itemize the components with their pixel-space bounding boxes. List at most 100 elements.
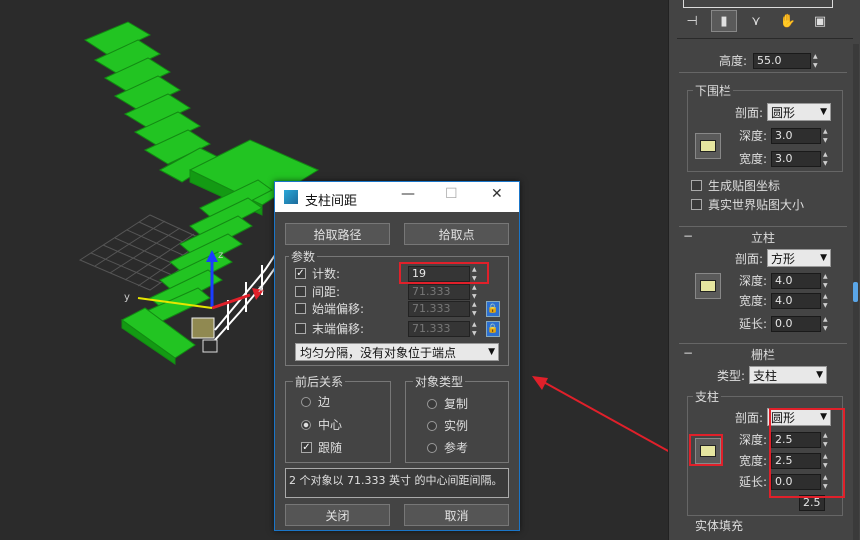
pick-path-button[interactable]: 拾取路径 [285, 223, 390, 245]
edges-radio[interactable] [301, 396, 311, 407]
posts-width-field[interactable]: 4.0 [771, 292, 822, 309]
follow-checkbox[interactable]: ✓ [301, 442, 312, 453]
spacing-checkbox[interactable] [295, 286, 306, 297]
lower-rail-pick-button[interactable] [695, 133, 721, 159]
modifier-icon[interactable]: ▮ [711, 10, 737, 32]
spinner[interactable]: ▲ ▼ [823, 151, 833, 167]
highlight-box [399, 262, 489, 284]
pin-icon[interactable]: ⊣ [679, 10, 705, 32]
start-offset-field[interactable]: 71.333 [408, 300, 470, 317]
spinner[interactable]: ▲ ▼ [823, 128, 833, 144]
count-checkbox[interactable]: ✓ [295, 268, 306, 279]
copy-radio[interactable] [427, 398, 437, 409]
centers-option[interactable]: 中心 [301, 416, 342, 433]
reference-radio[interactable] [427, 442, 437, 453]
fencing-type-dropdown[interactable]: 支柱 ▼ [749, 366, 828, 384]
width-label: 宽度: [739, 294, 768, 308]
real-world-checkbox[interactable] [691, 199, 702, 210]
fencing-rollout-header[interactable]: − 栅栏 [679, 343, 847, 362]
dialog-titlebar[interactable]: 支柱间距 — ☐ ✕ [275, 182, 519, 212]
minimize-icon[interactable]: — [401, 186, 415, 202]
posts-depth-field[interactable]: 4.0 [771, 272, 822, 289]
lock-icon[interactable]: 🔒 [486, 300, 500, 317]
dropdown-value: 支柱 [753, 368, 778, 383]
scroll-thumb[interactable] [853, 282, 858, 302]
close-button[interactable]: 关闭 [285, 504, 390, 526]
hand-icon[interactable]: ✋ [775, 10, 801, 32]
post-icon [700, 280, 716, 292]
posts-depth-row: 深度: 4.0 ▲ ▼ [739, 272, 833, 289]
profile-label: 剖面: [735, 105, 764, 120]
real-world-row[interactable]: 真实世界贴图大小 [691, 196, 804, 213]
axis-z-label: z [218, 250, 223, 261]
posts-profile-dropdown[interactable]: 方形 ▼ [767, 249, 832, 267]
instance-radio[interactable] [427, 420, 437, 431]
height-row: 高度: 55.0 ▲ ▼ [719, 52, 823, 69]
maximize-icon[interactable]: ☐ [445, 186, 458, 202]
command-panel: ⊣ ▮ ⋎ ✋ ▣ 高度: 55.0 ▲ ▼ 下围栏 剖面: 圆形 ▼ 深度: 3.… [668, 0, 860, 540]
dialog-title: 支柱间距 [305, 194, 358, 209]
end-offset-field[interactable]: 71.333 [408, 320, 470, 337]
gen-mapping-checkbox[interactable] [691, 180, 702, 191]
posts-rollout-header[interactable]: − 立柱 [679, 226, 847, 245]
copy-label: 复制 [444, 397, 469, 411]
hierarchy-icon[interactable]: ⋎ [743, 10, 769, 32]
depth-label: 深度: [739, 433, 768, 447]
solid-fill-row: 实体填充 [695, 517, 743, 534]
spinner[interactable]: ▲ ▼ [472, 284, 482, 300]
lower-rail-profile-row: 剖面: 圆形 ▼ [735, 103, 832, 121]
posts-extension-row: 延长: 0.0 ▲ ▼ [739, 315, 833, 332]
distribution-dropdown[interactable]: 均匀分隔，没有对象位于端点 ▼ [295, 343, 499, 361]
lower-rail-width-row: 宽度: 3.0 ▲ ▼ [739, 150, 833, 167]
lower-rail-depth-row: 深度: 3.0 ▲ ▼ [739, 127, 833, 144]
fencing-title: 栅栏 [750, 348, 775, 362]
pick-points-button[interactable]: 拾取点 [404, 223, 509, 245]
posts-pick-button[interactable] [695, 273, 721, 299]
centers-label: 中心 [318, 418, 343, 432]
follow-option[interactable]: ✓ 跟随 [301, 439, 342, 456]
spacing-row: 间距: 71.333 ▲ ▼ [295, 283, 482, 300]
spinner[interactable]: ▲ ▼ [823, 293, 833, 309]
spinner[interactable]: ▲ ▼ [472, 301, 482, 317]
end-offset-checkbox[interactable] [295, 323, 306, 334]
spinner[interactable]: ▲ ▼ [472, 321, 482, 337]
distribution-value: 均匀分隔，没有对象位于端点 [300, 345, 457, 360]
spacing-field[interactable]: 71.333 [408, 283, 470, 300]
depth-label: 深度: [739, 129, 768, 143]
dropdown-value: 圆形 [771, 105, 796, 120]
spinner[interactable]: ▲ ▼ [823, 273, 833, 289]
copy-option[interactable]: 复制 [427, 395, 468, 412]
gen-mapping-row[interactable]: 生成贴图坐标 [691, 177, 780, 194]
posts-profile-row: 剖面: 方形 ▼ [735, 249, 832, 267]
spacing-label: 间距: [312, 285, 341, 299]
follow-label: 跟随 [318, 441, 343, 455]
gen-mapping-label: 生成贴图坐标 [708, 179, 781, 193]
object-type-title: 对象类型 [413, 373, 466, 390]
lower-rail-profile-dropdown[interactable]: 圆形 ▼ [767, 103, 832, 121]
height-spinner[interactable]: ▲ ▼ [813, 53, 823, 69]
cancel-button[interactable]: 取消 [404, 504, 509, 526]
profile-label: 剖面: [735, 251, 764, 266]
depth-label: 深度: [739, 274, 768, 288]
lock-icon[interactable]: 🔒 [486, 320, 500, 337]
posts-title: 立柱 [750, 231, 775, 245]
centers-radio[interactable] [301, 419, 311, 430]
fencing-type-row: 类型: 支柱 ▼ [717, 366, 828, 384]
height-field[interactable]: 55.0 [753, 52, 812, 69]
start-offset-row: 始端偏移: 71.333 ▲ ▼ 🔒 [295, 300, 500, 317]
spacing-dialog: 支柱间距 — ☐ ✕ 拾取路径 拾取点 参数 ✓ 计数: 19 ▲ ▼ 间距: 7… [274, 181, 520, 531]
lower-rail-width-field[interactable]: 3.0 [771, 150, 822, 167]
spinner[interactable]: ▲ ▼ [823, 316, 833, 332]
posts-extension-field[interactable]: 0.0 [771, 315, 822, 332]
close-icon[interactable]: ✕ [491, 186, 503, 202]
start-offset-checkbox[interactable] [295, 303, 306, 314]
panel-tabs: ⊣ ▮ ⋎ ✋ ▣ [679, 10, 833, 34]
top-field[interactable] [683, 0, 833, 8]
axis-x-label: x [258, 284, 264, 295]
lower-rail-depth-field[interactable]: 3.0 [771, 127, 822, 144]
instance-option[interactable]: 实例 [427, 417, 468, 434]
reference-option[interactable]: 参考 [427, 439, 468, 456]
edges-option[interactable]: 边 [301, 393, 330, 410]
lower-rail-title: 下围栏 [693, 82, 734, 99]
display-icon[interactable]: ▣ [807, 10, 833, 32]
